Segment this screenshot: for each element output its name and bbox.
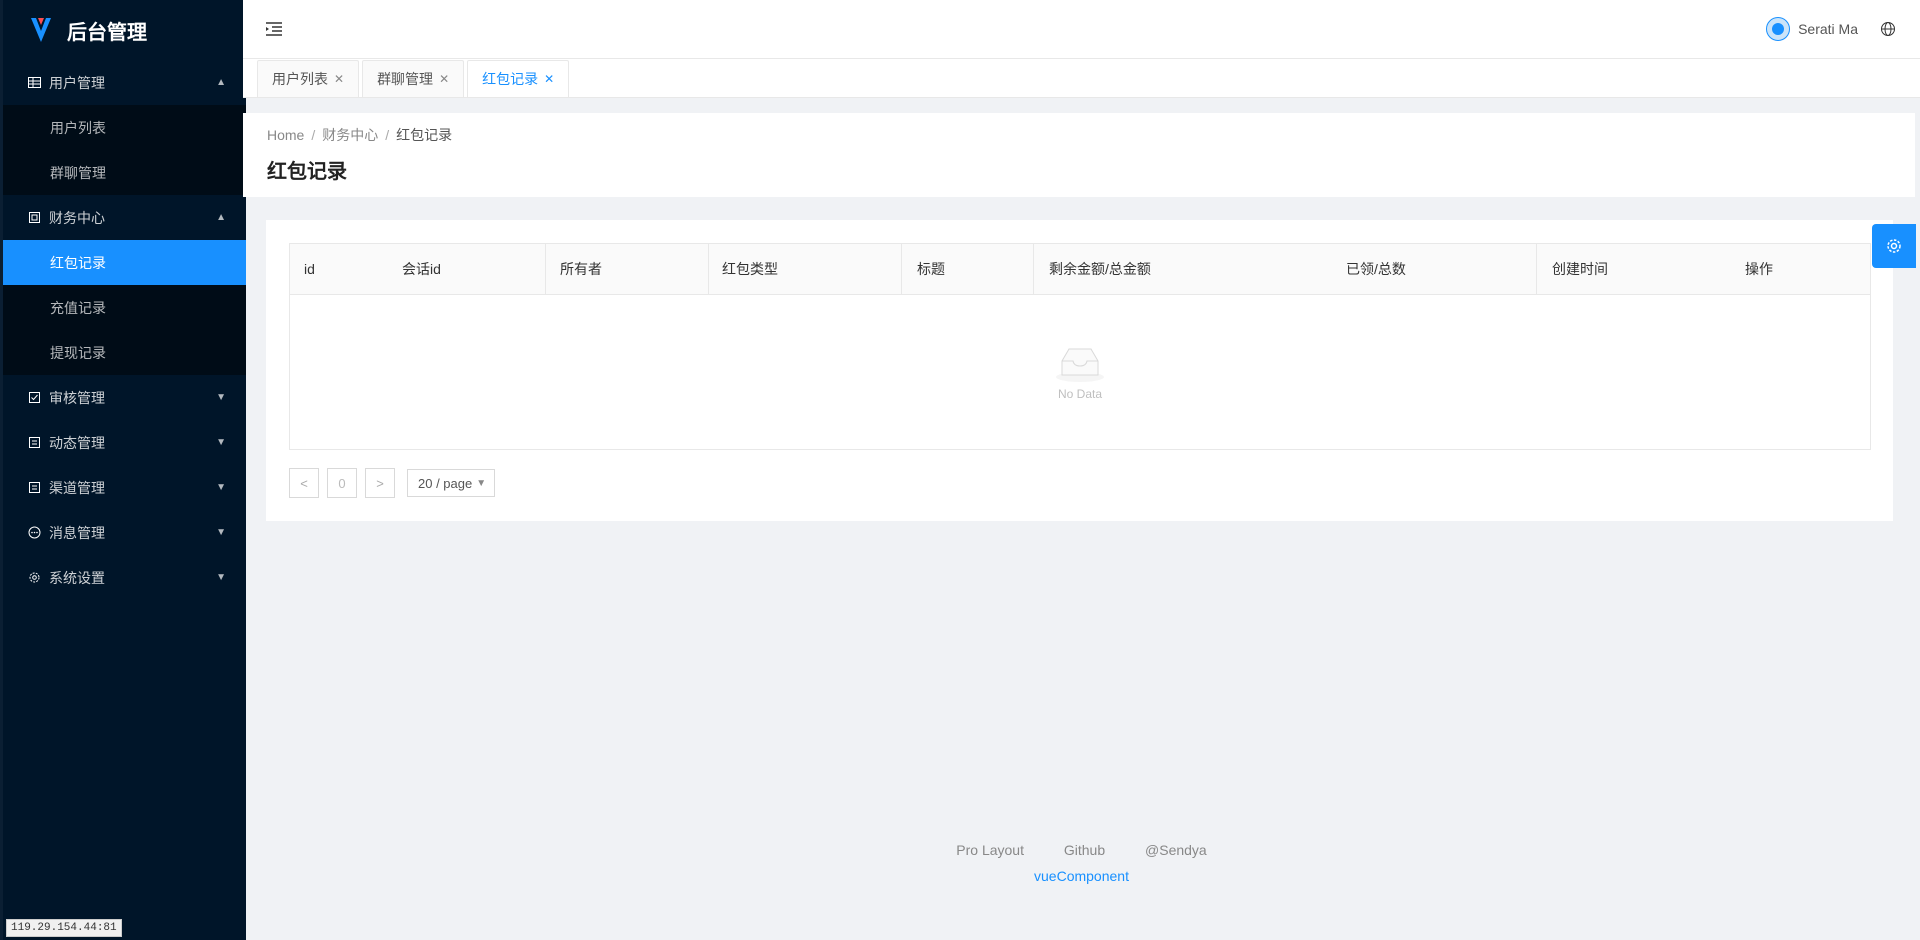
pagination-current-page[interactable]: 0 [327,468,357,498]
menu-finance-center[interactable]: 财务中心 ▲ [3,195,246,240]
page-size-select[interactable]: 20 / page ▼ [407,469,495,497]
gear-icon [1887,239,1901,253]
menu-label: 用户管理 [49,74,105,91]
page-size-value: 20 / page [418,475,473,491]
chevron-down-icon: ▼ [216,572,226,583]
footer-link-sendya[interactable]: @Sendya [1145,842,1207,858]
close-icon[interactable]: ✕ [439,72,449,86]
close-icon[interactable]: ✕ [334,72,344,86]
sidebar-item-withdraw-records[interactable]: 提现记录 [3,330,246,375]
content-card: id 会话id 所有者 红包类型 标题 剩余金额/总金额 已领/总数 创建时间 … [266,220,1893,521]
multi-tab-bar: 用户列表 ✕ 群聊管理 ✕ 红包记录 ✕ [243,59,1920,98]
pagination-prev-button[interactable]: < [289,468,319,498]
menu-user-management[interactable]: 用户管理 ▲ [3,60,246,105]
menu-label: 动态管理 [49,434,105,451]
close-icon[interactable]: ✕ [544,72,554,86]
breadcrumb-home[interactable]: Home [267,127,304,143]
column-header-actions: 操作 [1745,261,1773,277]
breadcrumb-finance[interactable]: 财务中心 [322,127,378,143]
language-globe-icon[interactable] [1880,21,1896,37]
menu-label: 渠道管理 [49,479,105,496]
header-right: Serati Ma [1766,17,1896,41]
chevron-up-icon: ▲ [216,212,226,223]
submenu-user-management: 用户列表 群聊管理 [3,105,246,195]
avatar[interactable] [1766,17,1791,41]
tab-label: 红包记录 [482,71,539,87]
column-header-created-time: 创建时间 [1552,261,1608,277]
check-square-icon [27,391,41,405]
chevron-down-icon: ▼ [216,482,226,493]
page-header: Home / 财务中心 / 红包记录 红包记录 [243,113,1915,197]
column-header-id: id [304,261,315,277]
table-header: id 会话id 所有者 红包类型 标题 剩余金额/总金额 已领/总数 创建时间 … [290,244,1870,295]
file-icon [27,481,41,495]
status-url-tag: 119.29.154.44:81 [6,919,122,937]
app-title: 后台管理 [67,21,147,44]
menu-message-management[interactable]: 消息管理 ▼ [3,510,246,555]
username[interactable]: Serati Ma [1798,21,1858,37]
tab-red-packet-records[interactable]: 红包记录 ✕ [467,60,570,97]
message-icon [27,526,41,540]
tab-label: 群聊管理 [377,71,434,87]
menu-label: 系统设置 [49,569,105,586]
column-header-title: 标题 [917,261,945,277]
menu-audit-management[interactable]: 审核管理 ▼ [3,375,246,420]
chevron-down-icon: ▼ [216,392,226,403]
sidebar-item-user-list[interactable]: 用户列表 [3,105,246,150]
chevron-down-icon: ▼ [476,477,487,489]
column-header-owner: 所有者 [560,261,602,277]
gear-icon [27,571,41,585]
footer-link-pro-layout[interactable]: Pro Layout [956,842,1024,858]
logo[interactable]: 后台管理 [3,0,246,60]
menu-channel-management[interactable]: 渠道管理 ▼ [3,465,246,510]
menu-label: 消息管理 [49,524,105,541]
wallet-icon [27,211,41,225]
tab-label: 用户列表 [272,71,328,87]
sidebar-item-red-packet-records[interactable]: 红包记录 [3,240,246,285]
column-header-claimed-count: 已领/总数 [1346,261,1406,277]
menu-system-settings[interactable]: 系统设置 ▼ [3,555,246,600]
chevron-down-icon: ▼ [216,527,226,538]
submenu-finance-center: 红包记录 充值记录 提现记录 [3,240,246,375]
breadcrumb: Home / 财务中心 / 红包记录 [267,127,453,143]
column-header-session-id: 会话id [402,261,441,277]
menu-fold-icon[interactable] [265,19,285,39]
chevron-up-icon: ▲ [216,77,226,88]
tab-group-chat[interactable]: 群聊管理 ✕ [362,60,465,97]
column-header-remaining-amount: 剩余金额/总金额 [1049,261,1151,277]
footer-links: Pro Layout Github @Sendya [243,842,1920,858]
chevron-down-icon: ▼ [216,437,226,448]
file-icon [27,436,41,450]
global-footer: Pro Layout Github @Sendya vueComponent [243,842,1920,884]
column-header-packet-type: 红包类型 [722,261,778,277]
logo-icon [31,18,51,42]
menu-label: 审核管理 [49,389,105,406]
sidebar-item-recharge-records[interactable]: 充值记录 [3,285,246,330]
page-title: 红包记录 [267,161,347,183]
pagination-next-button[interactable]: > [365,468,395,498]
top-header: Serati Ma [243,0,1920,59]
sidebar: 后台管理 用户管理 ▲ 用户列表 群聊管理 财务中心 ▲ 红包记录 充值记录 提… [0,0,246,940]
empty-text: No Data [1057,387,1103,401]
footer-copyright[interactable]: vueComponent [243,868,1920,884]
setting-drawer-button[interactable] [1872,224,1916,268]
empty-inbox-icon [1056,348,1104,382]
empty-state: No Data [290,295,1870,449]
table-icon [27,76,41,90]
footer-link-github[interactable]: Github [1064,842,1105,858]
sidebar-item-group-chat[interactable]: 群聊管理 [3,150,246,195]
pagination: < 0 > 20 / page ▼ [289,468,495,498]
menu-feed-management[interactable]: 动态管理 ▼ [3,420,246,465]
tab-user-list[interactable]: 用户列表 ✕ [257,60,360,97]
menu-label: 财务中心 [49,209,105,226]
breadcrumb-current: 红包记录 [396,127,453,143]
records-table: id 会话id 所有者 红包类型 标题 剩余金额/总金额 已领/总数 创建时间 … [289,243,1871,450]
